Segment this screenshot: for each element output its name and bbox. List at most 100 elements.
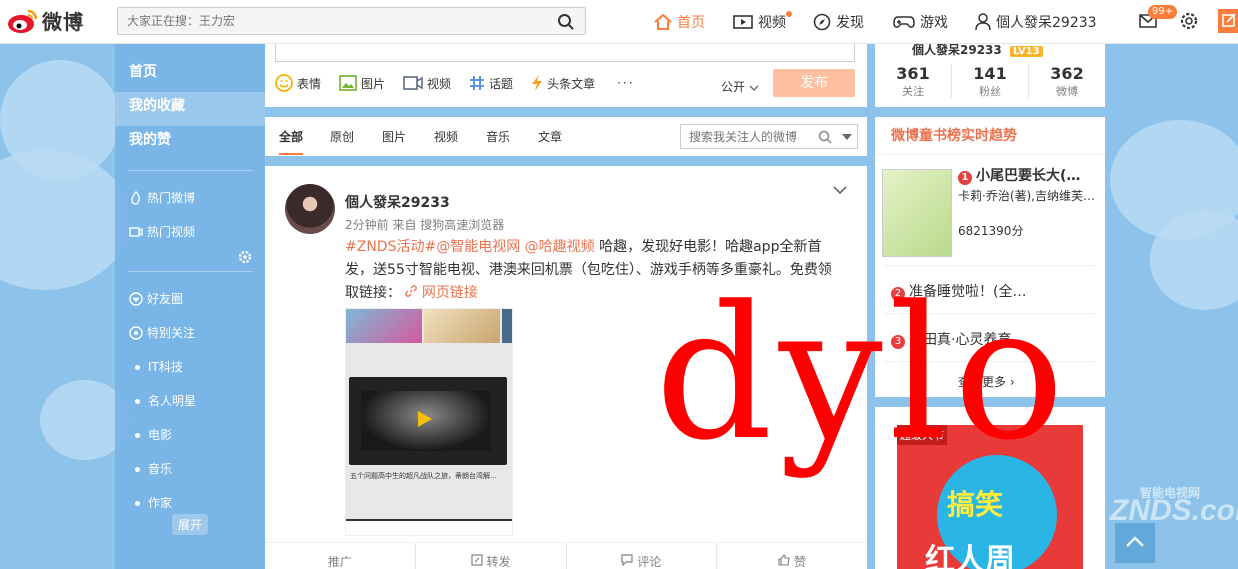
video-icon: [129, 227, 143, 237]
sidebar-item-label: 热门视频: [147, 225, 196, 239]
tab-videos[interactable]: 视频: [434, 128, 458, 145]
more-label: ···: [617, 76, 635, 90]
thumb-frame: [502, 309, 512, 343]
nav-home[interactable]: 首页: [654, 12, 705, 32]
stat-followers[interactable]: 141 粉丝: [952, 64, 1029, 98]
video-icon: [733, 15, 753, 29]
stat-posts[interactable]: 362 微博: [1029, 64, 1105, 98]
trend-item-3[interactable]: 3 七田真·心灵养育…: [891, 329, 1025, 349]
heart-circle-icon: [129, 292, 143, 306]
sidebar-settings-icon[interactable]: [238, 250, 252, 264]
trend-item-1-title[interactable]: 1 小尾巴要长大(…: [958, 165, 1080, 185]
sidebar-expand-button[interactable]: 展开: [172, 514, 209, 535]
sidebar-item-hot-weibo[interactable]: 热门微博: [115, 181, 265, 215]
home-icon: [654, 14, 672, 30]
book-cover-image[interactable]: [882, 169, 952, 257]
sidebar-item-music[interactable]: 音乐: [115, 452, 265, 486]
like-button[interactable]: 赞: [717, 543, 867, 569]
trend-title: 微博童书榜实时趋势: [875, 117, 1105, 155]
thumb-frame: [424, 309, 500, 343]
thumb-strip: [346, 309, 512, 343]
article-button[interactable]: 头条文章: [531, 74, 595, 92]
level-badge: LV13: [1009, 46, 1043, 57]
sidebar-item-likes[interactable]: 我的赞: [115, 126, 265, 160]
sidebar-item-friends[interactable]: 好友圈: [115, 282, 265, 316]
comment-button[interactable]: 评论: [567, 543, 718, 569]
repost-button[interactable]: 转发: [416, 543, 567, 569]
sidebar-item-special-follow[interactable]: 特别关注: [115, 316, 265, 350]
back-to-top-button[interactable]: [1115, 523, 1155, 563]
visibility-label: 公开: [721, 80, 746, 94]
more-tools-button[interactable]: ···: [613, 76, 634, 90]
composer-textarea[interactable]: [275, 44, 855, 62]
trend-item-2[interactable]: 2 准备睡觉啦！(全…: [891, 281, 1026, 301]
hashtag-icon: [470, 76, 485, 90]
sidebar-item-movies[interactable]: 电影: [115, 418, 265, 452]
feed-post-card: 個人發呆29233 2分钟前 来自 搜狗高速浏览器 #ZNDS活动#@智能电视网…: [265, 166, 867, 569]
rank-badge: 3: [891, 335, 905, 349]
promote-button[interactable]: 推广: [265, 543, 416, 569]
video-button[interactable]: 视频: [403, 75, 451, 92]
tab-music[interactable]: 音乐: [486, 128, 510, 145]
avatar[interactable]: [285, 184, 335, 234]
emoji-button[interactable]: 表情: [275, 74, 321, 92]
compass-icon: [813, 13, 831, 31]
publish-button[interactable]: 发布: [773, 69, 855, 97]
trend-divider: [885, 361, 1095, 362]
sidebar-item-it[interactable]: IT科技: [115, 350, 265, 384]
sidebar-item-celebrities[interactable]: 名人明星: [115, 384, 265, 418]
search-icon[interactable]: [818, 130, 832, 144]
feed-filter-tabs: 全部 原创 图片 视频 音乐 文章: [265, 117, 867, 156]
stat-following[interactable]: 361 关注: [875, 64, 952, 98]
smiley-icon: [275, 74, 293, 92]
tab-all[interactable]: 全部: [279, 128, 304, 155]
thumb-bottom-bar: [346, 519, 512, 535]
post-image[interactable]: 五个问题高中生的超凡战队之旅，蒂朗台湾解…: [345, 308, 513, 536]
search-icon[interactable]: [557, 13, 575, 31]
rank-badge: 1: [958, 171, 972, 185]
chevron-down-icon: [749, 85, 759, 91]
logo-text: 微博: [42, 10, 84, 34]
sidebar-item-hot-video[interactable]: 热门视频: [115, 215, 265, 249]
compose-button[interactable]: [1218, 9, 1238, 33]
weibo-eye-icon: [8, 9, 38, 33]
topic-button[interactable]: 话题: [469, 75, 513, 92]
dropdown-caret-icon[interactable]: [842, 134, 852, 140]
post-action-bar: 推广 转发 评论 赞: [265, 542, 867, 569]
ad-banner[interactable]: 超级人节 搞笑 红人周: [897, 425, 1083, 569]
chevron-down-icon[interactable]: [833, 186, 847, 195]
post-web-link[interactable]: 网页链接: [405, 285, 478, 301]
nav-games[interactable]: 游戏: [893, 12, 948, 32]
nav-home-label: 首页: [677, 15, 705, 31]
ad-panel: 超级人节 搞笑 红人周: [875, 407, 1105, 569]
thumb-caption: 五个问题高中生的超凡战队之旅，蒂朗台湾解…: [350, 472, 497, 480]
feed-search-input[interactable]: [681, 125, 811, 148]
nav-discover[interactable]: 发现: [813, 12, 864, 32]
tab-images[interactable]: 图片: [382, 128, 406, 145]
profile-stats: 361 关注 141 粉丝 362 微博: [875, 64, 1105, 98]
stat-followers-label: 粉丝: [979, 85, 1001, 98]
nav-profile[interactable]: 個人發呆29233: [975, 12, 1097, 32]
post-web-link-label: 网页链接: [421, 285, 478, 301]
visibility-select[interactable]: 公开: [721, 78, 759, 95]
post-author-name[interactable]: 個人發呆29233: [345, 192, 450, 212]
see-more-link[interactable]: 查看更多 ›: [958, 373, 1015, 390]
gear-icon[interactable]: [1180, 12, 1198, 30]
trend-panel: 微博童书榜实时趋势 1 小尾巴要长大(… 卡莉·乔治(著),吉纳维芙… 68213…: [875, 117, 1105, 397]
sidebar-item-home[interactable]: 首页: [115, 58, 265, 92]
left-sidebar: 首页 我的收藏 我的赞 热门微博 热门视频 好友圈 特别关注 IT科技 名人明星…: [115, 44, 265, 569]
sidebar-item-favorites[interactable]: 我的收藏: [115, 92, 265, 126]
image-button[interactable]: 图片: [339, 75, 385, 92]
promote-label: 推广: [327, 555, 352, 569]
see-more-label: 查看更多: [958, 375, 1007, 389]
profile-name[interactable]: 個人發呆29233: [912, 43, 1002, 57]
ad-line-1: 搞笑: [947, 488, 1004, 521]
ad-line-2: 红人周: [925, 543, 1015, 569]
thumb-frame: [346, 309, 422, 343]
tab-articles[interactable]: 文章: [538, 128, 562, 145]
nav-video[interactable]: 视频: [733, 11, 792, 32]
post-topic-link[interactable]: #ZNDS活动#@智能电视网 @哈趣视频: [345, 239, 595, 255]
search-input[interactable]: [118, 8, 538, 34]
tab-original[interactable]: 原创: [330, 128, 354, 145]
weibo-logo[interactable]: 微博: [6, 6, 84, 35]
